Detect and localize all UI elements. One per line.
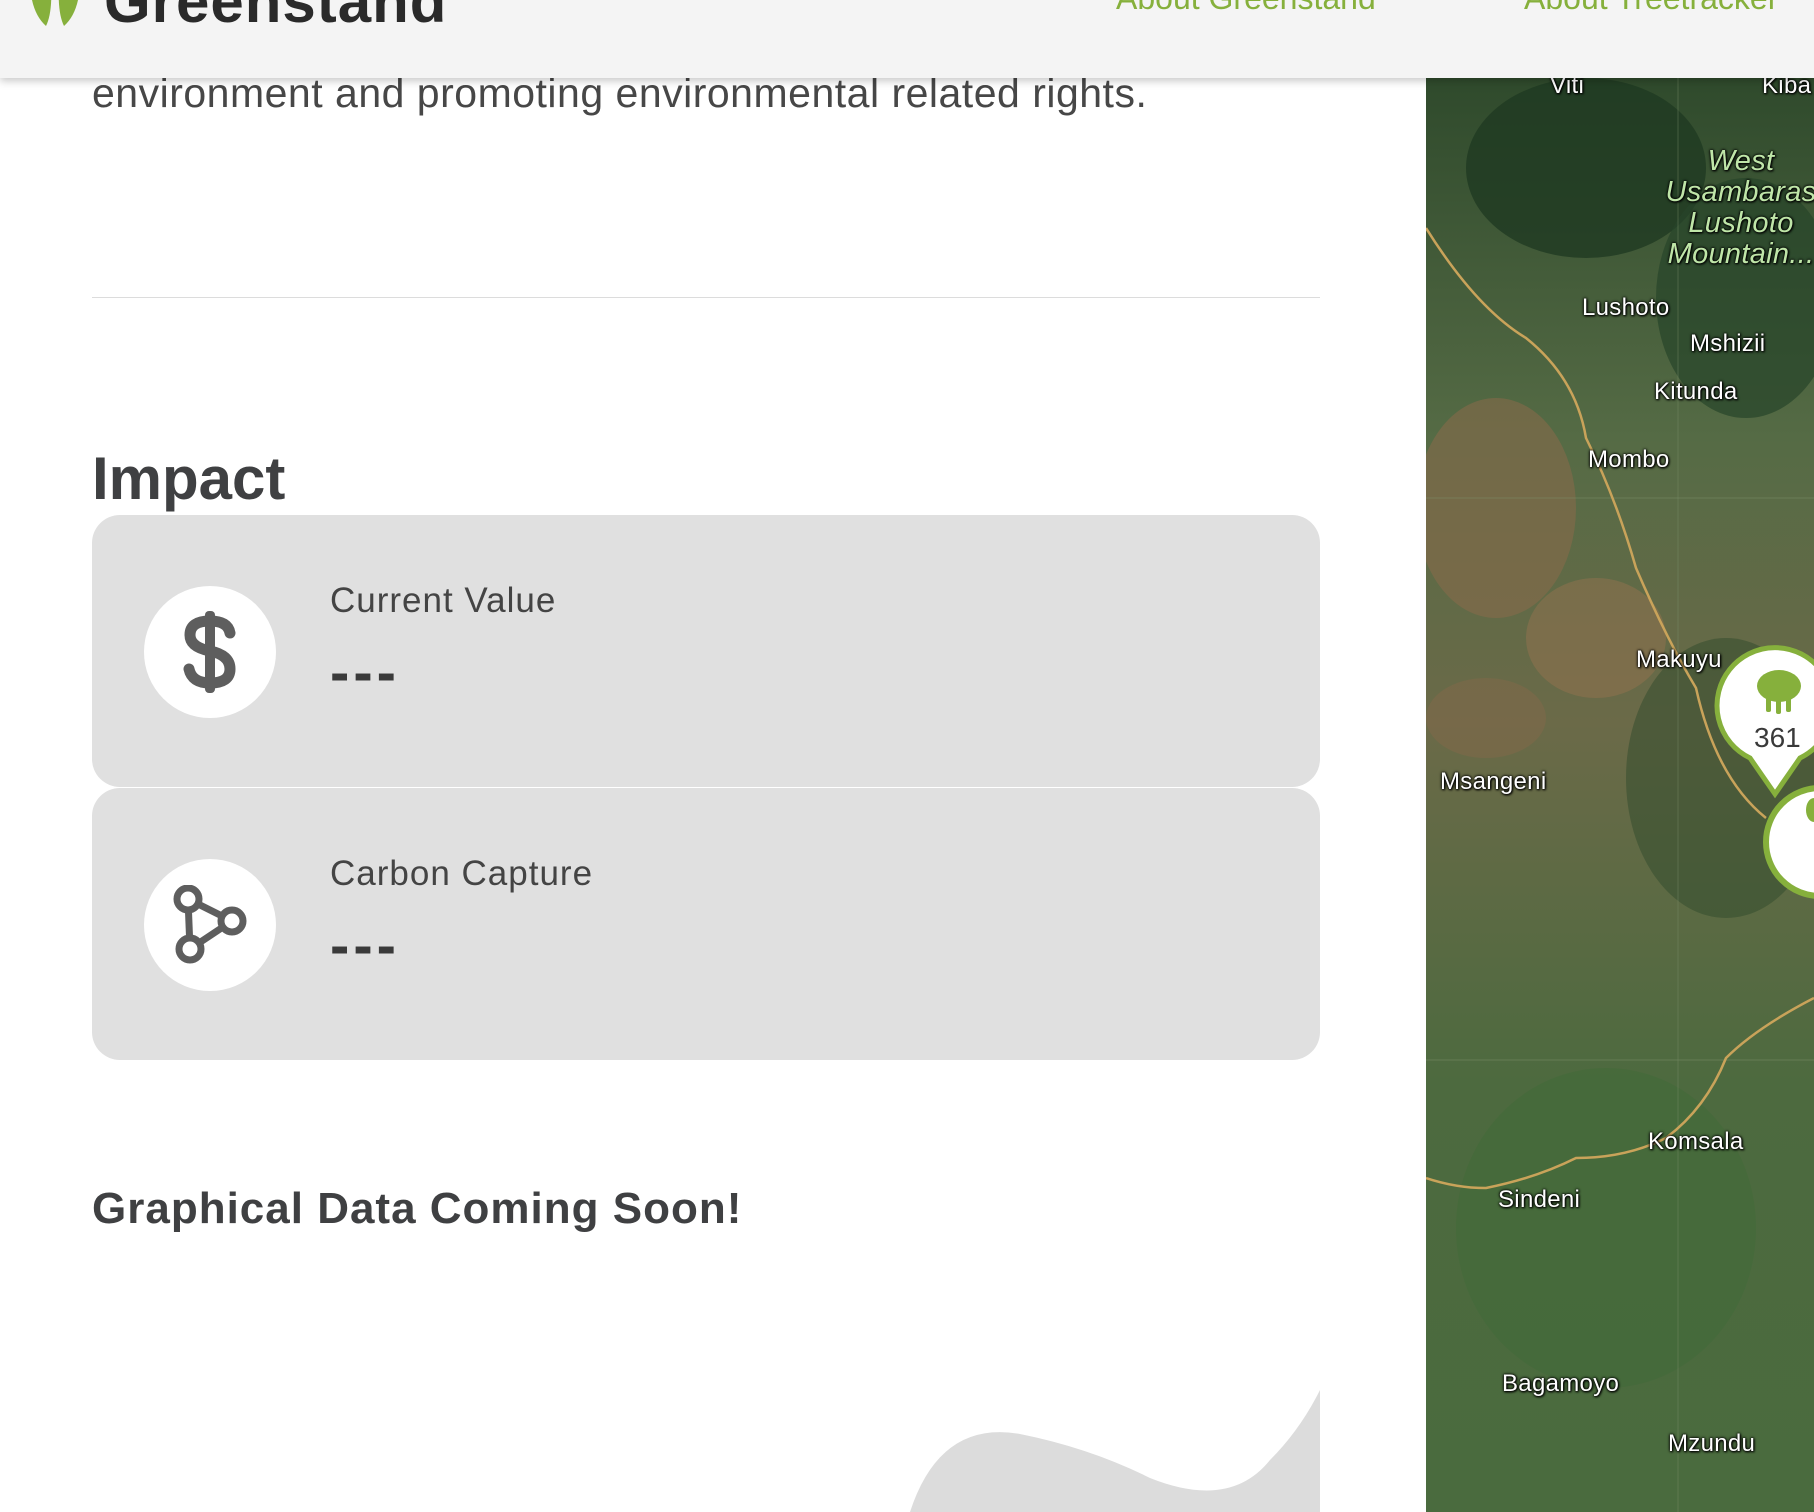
nav-about-treetracker[interactable]: About Treetracker [1524,0,1778,14]
share-nodes-icon [173,885,247,964]
graphical-data-notice: Graphical Data Coming Soon! [92,1184,743,1233]
section-divider [92,297,1320,298]
map-label-west-usambaras: West Usambaras Lushoto Mountain... [1665,145,1814,270]
current-value-amount: --- [330,640,400,705]
map-label-makuyu: Makuyu [1636,646,1722,673]
nav-about-greenstand[interactable]: About Greenstand [1116,0,1376,14]
map-label-sindeni: Sindeni [1498,1186,1581,1213]
brand-name[interactable]: Greenstand [104,0,447,32]
tree-cluster-count: 361 [1754,722,1801,753]
map-label-kiba: Kiba [1762,78,1812,99]
carbon-capture-icon-circle [144,859,276,991]
map-label-lushoto: Lushoto [1582,294,1670,321]
map-view[interactable]: Viti Kiba West Usambaras Lushoto Mountai… [1426,78,1814,1512]
greenstand-logo-icon[interactable] [24,0,86,28]
map-label-msangeni: Msangeni [1440,768,1547,795]
top-nav-bar: Greenstand About Greenstand About Treetr… [0,0,1814,78]
map-label-mombo: Mombo [1588,446,1670,473]
dollar-icon [183,611,236,693]
tree-cluster-marker[interactable]: 361 [1710,634,1814,804]
current-value-label: Current Value [330,581,557,620]
map-label-komsala: Komsala [1648,1128,1744,1155]
carbon-capture-card: Carbon Capture --- [92,788,1320,1060]
current-value-card: Current Value --- [92,515,1320,787]
map-pin-icon [1714,645,1814,799]
tree-cluster-marker-2[interactable] [1760,780,1814,910]
impact-heading: Impact [92,445,286,512]
map-pin-icon-2 [1763,785,1814,899]
carbon-capture-amount: --- [330,913,400,978]
map-label-mzundu: Mzundu [1668,1430,1756,1457]
decorative-wave [910,1390,1320,1512]
map-label-bagamoyo: Bagamoyo [1502,1370,1620,1397]
tree-icon [1757,670,1801,714]
current-value-icon-circle [144,586,276,718]
carbon-capture-label: Carbon Capture [330,854,594,893]
map-label-kitunda: Kitunda [1654,378,1738,405]
map-label-mshizii: Mshizii [1690,330,1766,357]
map-label-viti: Viti [1550,78,1585,99]
